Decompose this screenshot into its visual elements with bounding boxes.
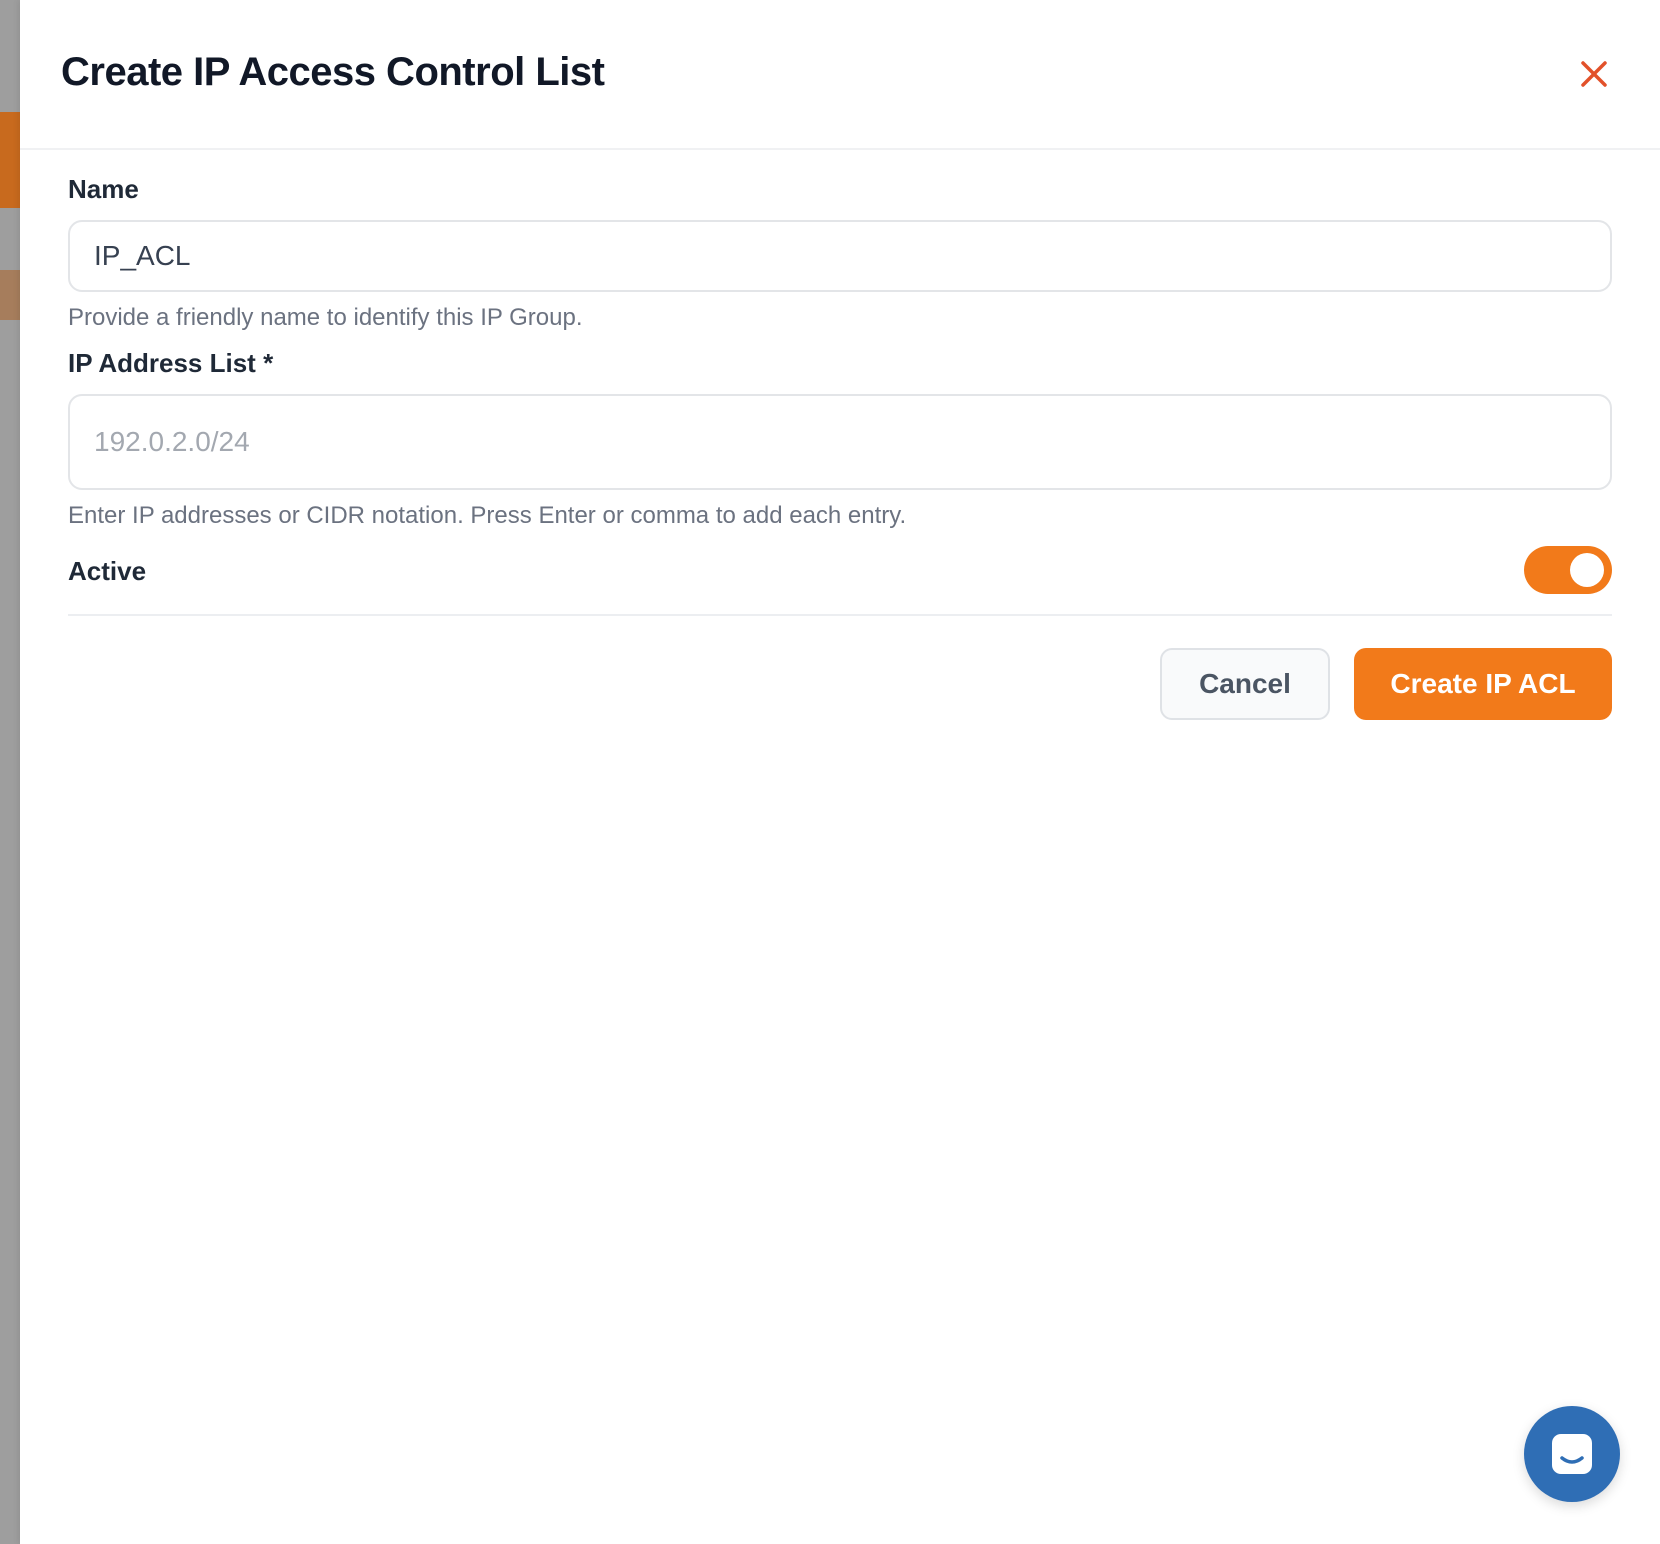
form-divider — [68, 614, 1612, 616]
page-backdrop — [0, 0, 20, 1544]
ip-address-list-label: IP Address List * — [68, 348, 274, 378]
chat-icon — [1552, 1434, 1592, 1474]
name-help-text: Provide a friendly name to identify this… — [68, 304, 583, 331]
name-label: Name — [68, 174, 139, 204]
active-label: Active — [68, 556, 147, 586]
close-icon — [1581, 61, 1607, 87]
backdrop-accent — [0, 270, 20, 320]
create-ip-acl-panel: Create IP Access Control List Name Provi… — [20, 0, 1660, 1544]
chat-launcher-button[interactable] — [1524, 1406, 1620, 1502]
ip-address-list-input[interactable] — [68, 394, 1612, 490]
name-input[interactable] — [68, 220, 1612, 292]
ip-address-list-help-text: Enter IP addresses or CIDR notation. Pre… — [68, 502, 907, 529]
page-title: Create IP Access Control List — [61, 50, 605, 94]
backdrop-accent — [0, 112, 20, 208]
active-toggle[interactable] — [1524, 546, 1612, 594]
create-ip-acl-button[interactable]: Create IP ACL — [1354, 648, 1612, 720]
panel-header: Create IP Access Control List — [20, 0, 1660, 150]
cancel-button[interactable]: Cancel — [1160, 648, 1330, 720]
close-button[interactable] — [1572, 52, 1616, 96]
toggle-knob — [1570, 553, 1604, 587]
